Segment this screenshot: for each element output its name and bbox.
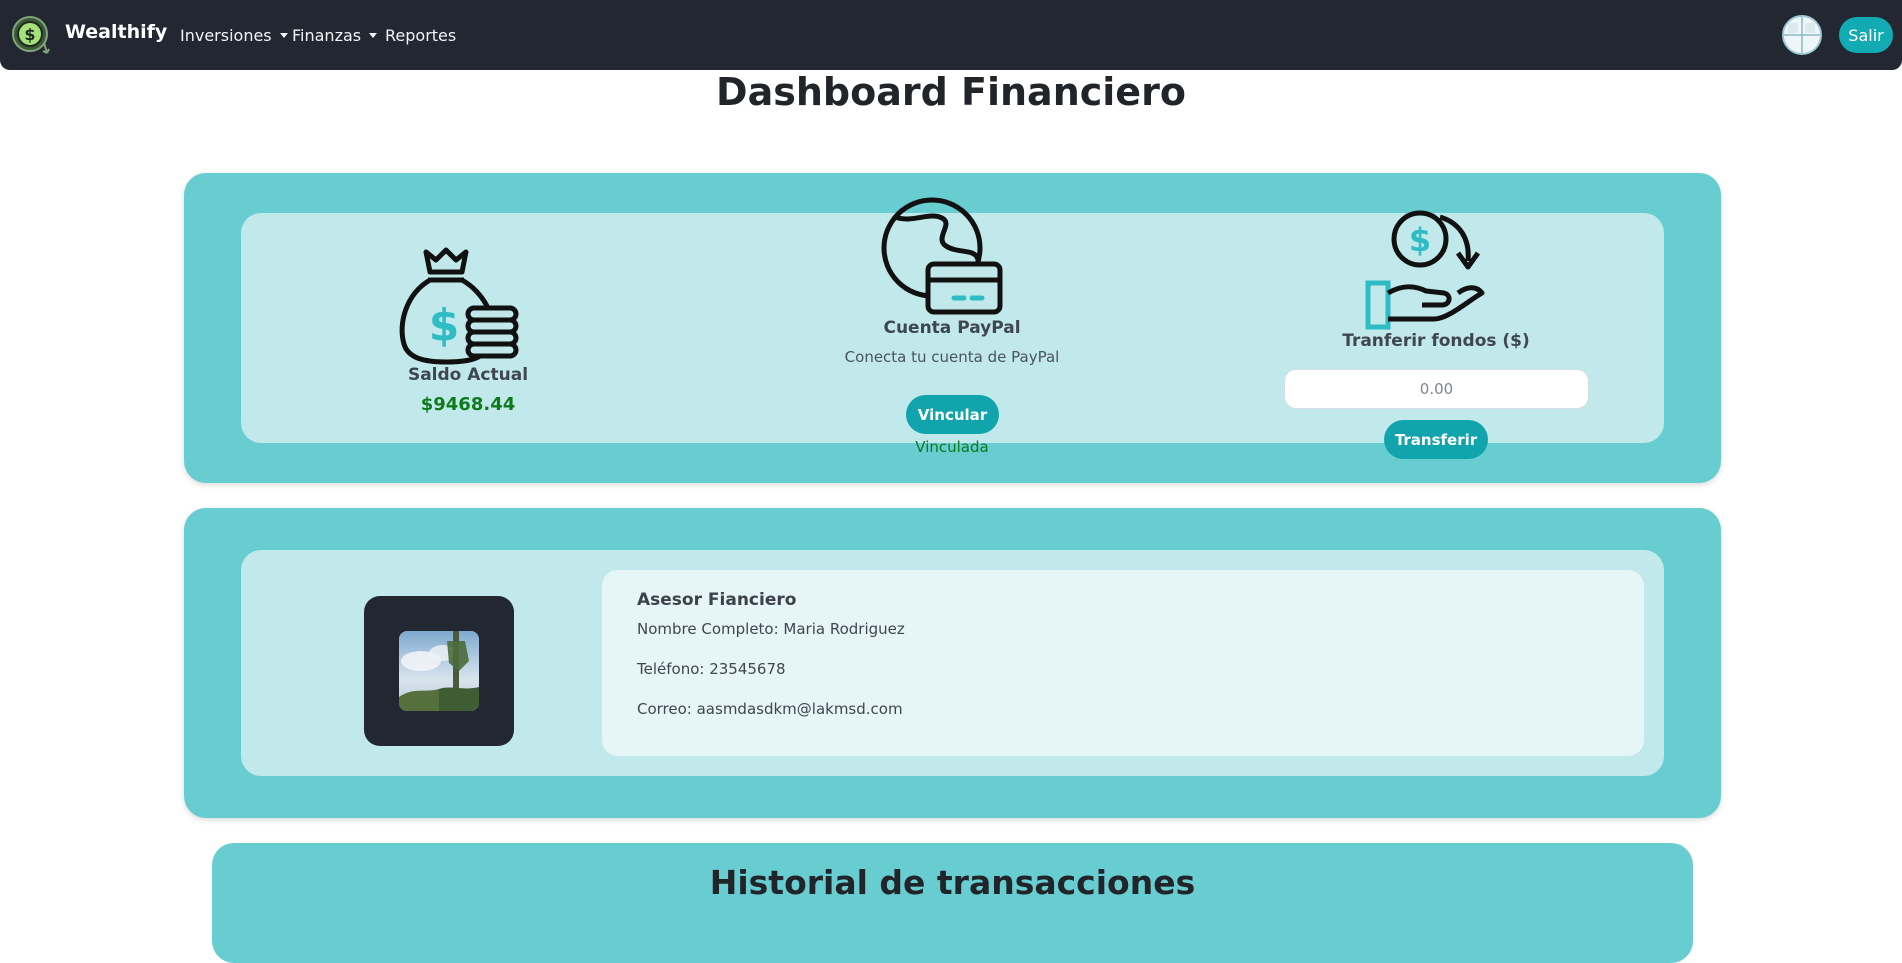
- nav-item-label: Finanzas: [292, 26, 362, 45]
- history-title: Historial de transacciones: [709, 863, 1196, 902]
- logout-button[interactable]: Salir: [1839, 17, 1893, 53]
- advisor-info-panel: Asesor Fianciero Nombre Completo: Maria …: [602, 570, 1644, 756]
- money-bag-icon: $: [399, 247, 519, 365]
- nav-item-inversiones[interactable]: Inversiones: [180, 26, 288, 45]
- nav-item-label: Inversiones: [180, 26, 272, 45]
- advisor-photo: [399, 631, 479, 711]
- transfer-title: Tranferir fondos ($): [1342, 331, 1530, 351]
- link-paypal-button[interactable]: Vincular: [906, 395, 999, 434]
- nav-item-label: Reportes: [385, 26, 457, 45]
- svg-text:$: $: [1409, 221, 1431, 259]
- globe-card-icon: [881, 197, 1003, 315]
- advisor-phone: Teléfono: 23545678: [637, 660, 786, 678]
- hand-coin-icon: $: [1365, 210, 1485, 330]
- caret-down-icon: [369, 33, 378, 38]
- paypal-status: Vinculada: [915, 438, 989, 456]
- balance-label: Saldo Actual: [407, 365, 529, 385]
- advisor-photo-frame: [364, 596, 514, 746]
- paypal-title: Cuenta PayPal: [883, 318, 1021, 338]
- navbar: $ Wealthify Inversiones Finanzas Reporte…: [0, 0, 1902, 70]
- paypal-subtitle: Conecta tu cuenta de PayPal: [844, 348, 1060, 366]
- transfer-amount-input[interactable]: [1284, 369, 1589, 409]
- transfer-button[interactable]: Transferir: [1384, 420, 1488, 459]
- balance-value: $9468.44: [420, 394, 516, 415]
- advisor-name: Nombre Completo: Maria Rodriguez: [637, 620, 905, 638]
- transaction-history-card: Historial de transacciones: [212, 843, 1693, 963]
- user-avatar-icon[interactable]: [1782, 15, 1822, 55]
- caret-down-icon: [279, 33, 288, 38]
- svg-text:$: $: [24, 25, 35, 44]
- advisor-email: Correo: aasmdasdkm@lakmsd.com: [637, 700, 903, 718]
- nav-item-finanzas[interactable]: Finanzas: [292, 26, 378, 45]
- page-title: Dashboard Financiero: [716, 70, 1186, 114]
- svg-text:$: $: [429, 300, 460, 351]
- nav-item-reportes[interactable]: Reportes: [385, 26, 456, 45]
- brand-name[interactable]: Wealthify: [65, 21, 167, 43]
- wealthify-logo-icon[interactable]: $: [11, 15, 51, 55]
- advisor-heading: Asesor Fianciero: [637, 590, 797, 610]
